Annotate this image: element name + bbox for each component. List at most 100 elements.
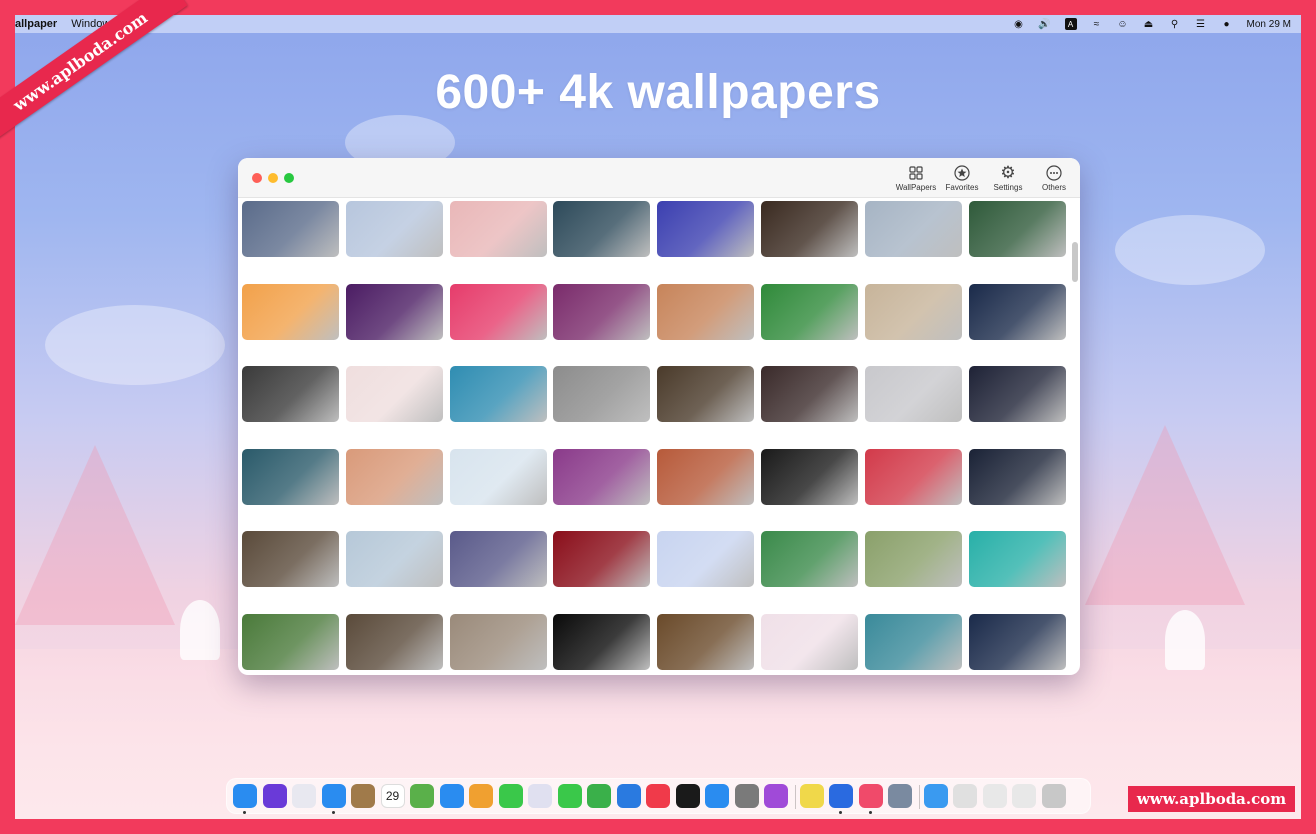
siri-icon[interactable]: ● [1221, 18, 1233, 30]
keynote-icon[interactable] [616, 784, 641, 808]
wallpaper-thumbnail[interactable] [761, 613, 858, 670]
zoom-button[interactable] [284, 173, 294, 183]
menubar-clock[interactable]: Mon 29 M [1247, 19, 1291, 30]
maps-icon[interactable] [410, 784, 434, 808]
wallpaper-thumbnail[interactable] [968, 201, 1066, 257]
wallpaper-thumbnail[interactable] [864, 201, 962, 257]
trash-icon[interactable] [1041, 784, 1066, 808]
wallpaper-thumbnail[interactable] [968, 283, 1066, 340]
wallpaper-thumbnail[interactable] [242, 366, 339, 422]
wallpaper-thumbnail[interactable] [968, 366, 1066, 422]
numbers-icon[interactable] [587, 784, 611, 808]
wallpaper-thumbnail[interactable] [761, 283, 858, 340]
dock: 29 [226, 778, 1091, 814]
music-icon[interactable] [646, 784, 670, 808]
mountain-decoration [1085, 425, 1245, 605]
wallpaper-thumbnail[interactable] [761, 366, 858, 422]
menu-app-name[interactable]: allpaper [15, 18, 57, 30]
window-icon-2[interactable] [1012, 784, 1036, 808]
window-icon[interactable] [982, 784, 1007, 808]
wallpaper-thumbnail[interactable] [242, 201, 339, 257]
printer-icon[interactable] [888, 784, 912, 808]
wallpaper-thumbnail[interactable] [345, 283, 443, 340]
wallpaper-thumbnail[interactable] [242, 448, 339, 505]
wallpaper-thumbnail[interactable] [242, 283, 339, 340]
minimize-button[interactable] [268, 173, 278, 183]
wallpaper-thumbnail[interactable] [345, 366, 443, 422]
notes-icon[interactable] [799, 784, 824, 808]
wallpaper-thumbnail[interactable] [345, 531, 443, 587]
eject-icon[interactable]: ⏏ [1143, 18, 1155, 30]
status-area: ◉ 🔊 A ≈ ☺ ⏏ ⚲ ☰ ● Mon 29 M [1013, 15, 1291, 33]
toolbar-favorites-button[interactable]: Favorites [944, 164, 980, 192]
siri-icon[interactable] [262, 784, 287, 808]
wallpaper-thumbnail[interactable] [864, 448, 962, 505]
search-icon[interactable]: ⚲ [1169, 18, 1181, 30]
toolbar-settings-button[interactable]: ⚙ Settings [990, 163, 1026, 192]
messages-icon[interactable] [498, 784, 523, 808]
toolbar-others-button[interactable]: Others [1036, 164, 1072, 192]
wallpaper-thumbnail[interactable] [345, 201, 443, 257]
wallpaper-thumbnail[interactable] [553, 366, 651, 422]
volume-icon[interactable]: 🔊 [1038, 18, 1050, 30]
wallpaper-thumbnail[interactable] [345, 613, 443, 670]
wallpaper-thumbnail[interactable] [864, 531, 962, 587]
finder-icon[interactable] [233, 784, 257, 808]
control-center-icon[interactable]: ☰ [1195, 18, 1207, 30]
appstore-icon[interactable] [705, 784, 729, 808]
toolbar-wallpapers-button[interactable]: WallPapers [896, 164, 936, 192]
safari-icon[interactable] [321, 784, 346, 808]
wallpaper-thumbnail[interactable] [657, 201, 755, 257]
wallpaper-thumbnail[interactable] [657, 448, 755, 505]
headline: 600+ 4k wallpapers [435, 66, 881, 119]
facetime-icon[interactable] [557, 784, 582, 808]
wallpaper-thumbnail[interactable] [761, 531, 858, 587]
wallpaper-thumbnail[interactable] [345, 448, 443, 505]
wallpaper-thumbnail[interactable] [449, 448, 547, 505]
wallpaper-thumbnail[interactable] [449, 283, 547, 340]
wallpaper-thumbnail[interactable] [553, 283, 651, 340]
wallpaper-thumbnail[interactable] [864, 283, 962, 340]
screen-record-icon[interactable]: ◉ [1013, 18, 1025, 30]
podcasts-icon[interactable] [764, 784, 788, 808]
wallpaper-thumbnail[interactable] [449, 201, 547, 257]
close-button[interactable] [252, 173, 262, 183]
wallpaper-thumbnail[interactable] [449, 366, 547, 422]
wallpaper-thumbnail[interactable] [449, 613, 547, 670]
wallpaper-thumbnail[interactable] [657, 531, 755, 587]
folder-icon[interactable] [923, 784, 948, 808]
wifi-icon[interactable]: ≈ [1091, 18, 1103, 30]
user-icon[interactable]: ☺ [1117, 18, 1129, 30]
wallpaper-thumbnail[interactable] [242, 613, 339, 670]
launchpad-icon[interactable] [292, 784, 316, 808]
photos-icon[interactable] [469, 784, 493, 808]
wallpaper-thumbnail[interactable] [657, 366, 755, 422]
preview-icon[interactable] [528, 784, 552, 808]
wallpaper-thumbnail[interactable] [968, 531, 1066, 587]
appletv-icon[interactable] [675, 784, 700, 808]
wallpaper-thumbnail[interactable] [864, 366, 962, 422]
wallpaper-thumbnail[interactable] [449, 531, 547, 587]
wallpaper-thumbnail[interactable] [657, 283, 755, 340]
screenshot-icon[interactable] [953, 784, 977, 808]
system-preferences-icon[interactable] [734, 784, 759, 808]
wallpaper-thumbnail[interactable] [761, 448, 858, 505]
wallpaper-thumbnail[interactable] [553, 613, 651, 670]
mail-icon[interactable] [439, 784, 464, 808]
wallpaper-thumbnail[interactable] [657, 613, 755, 670]
xcode-icon[interactable] [829, 784, 853, 808]
wallpaper-thumbnail[interactable] [864, 613, 962, 670]
wallpaper-thumbnail[interactable] [553, 201, 651, 257]
wallpaper-thumbnail[interactable] [553, 531, 651, 587]
calendar-icon[interactable]: 29 [380, 784, 405, 808]
notes-brown-icon[interactable] [351, 784, 375, 808]
wallpaper-thumbnail[interactable] [553, 448, 651, 505]
wallpaper-thumbnail[interactable] [968, 613, 1066, 670]
menu-bar: allpaper Window ◉ 🔊 A ≈ ☺ ⏏ ⚲ ☰ ● Mon 29… [15, 15, 1301, 33]
wallpaper-thumbnail[interactable] [242, 531, 339, 587]
scrollbar[interactable] [1072, 242, 1078, 282]
wallpaper-thumbnail[interactable] [968, 448, 1066, 505]
keyboard-input-icon[interactable]: A [1064, 18, 1077, 30]
wallpaper-thumbnail[interactable] [761, 201, 858, 257]
wallpaper-app-icon[interactable] [858, 784, 883, 808]
